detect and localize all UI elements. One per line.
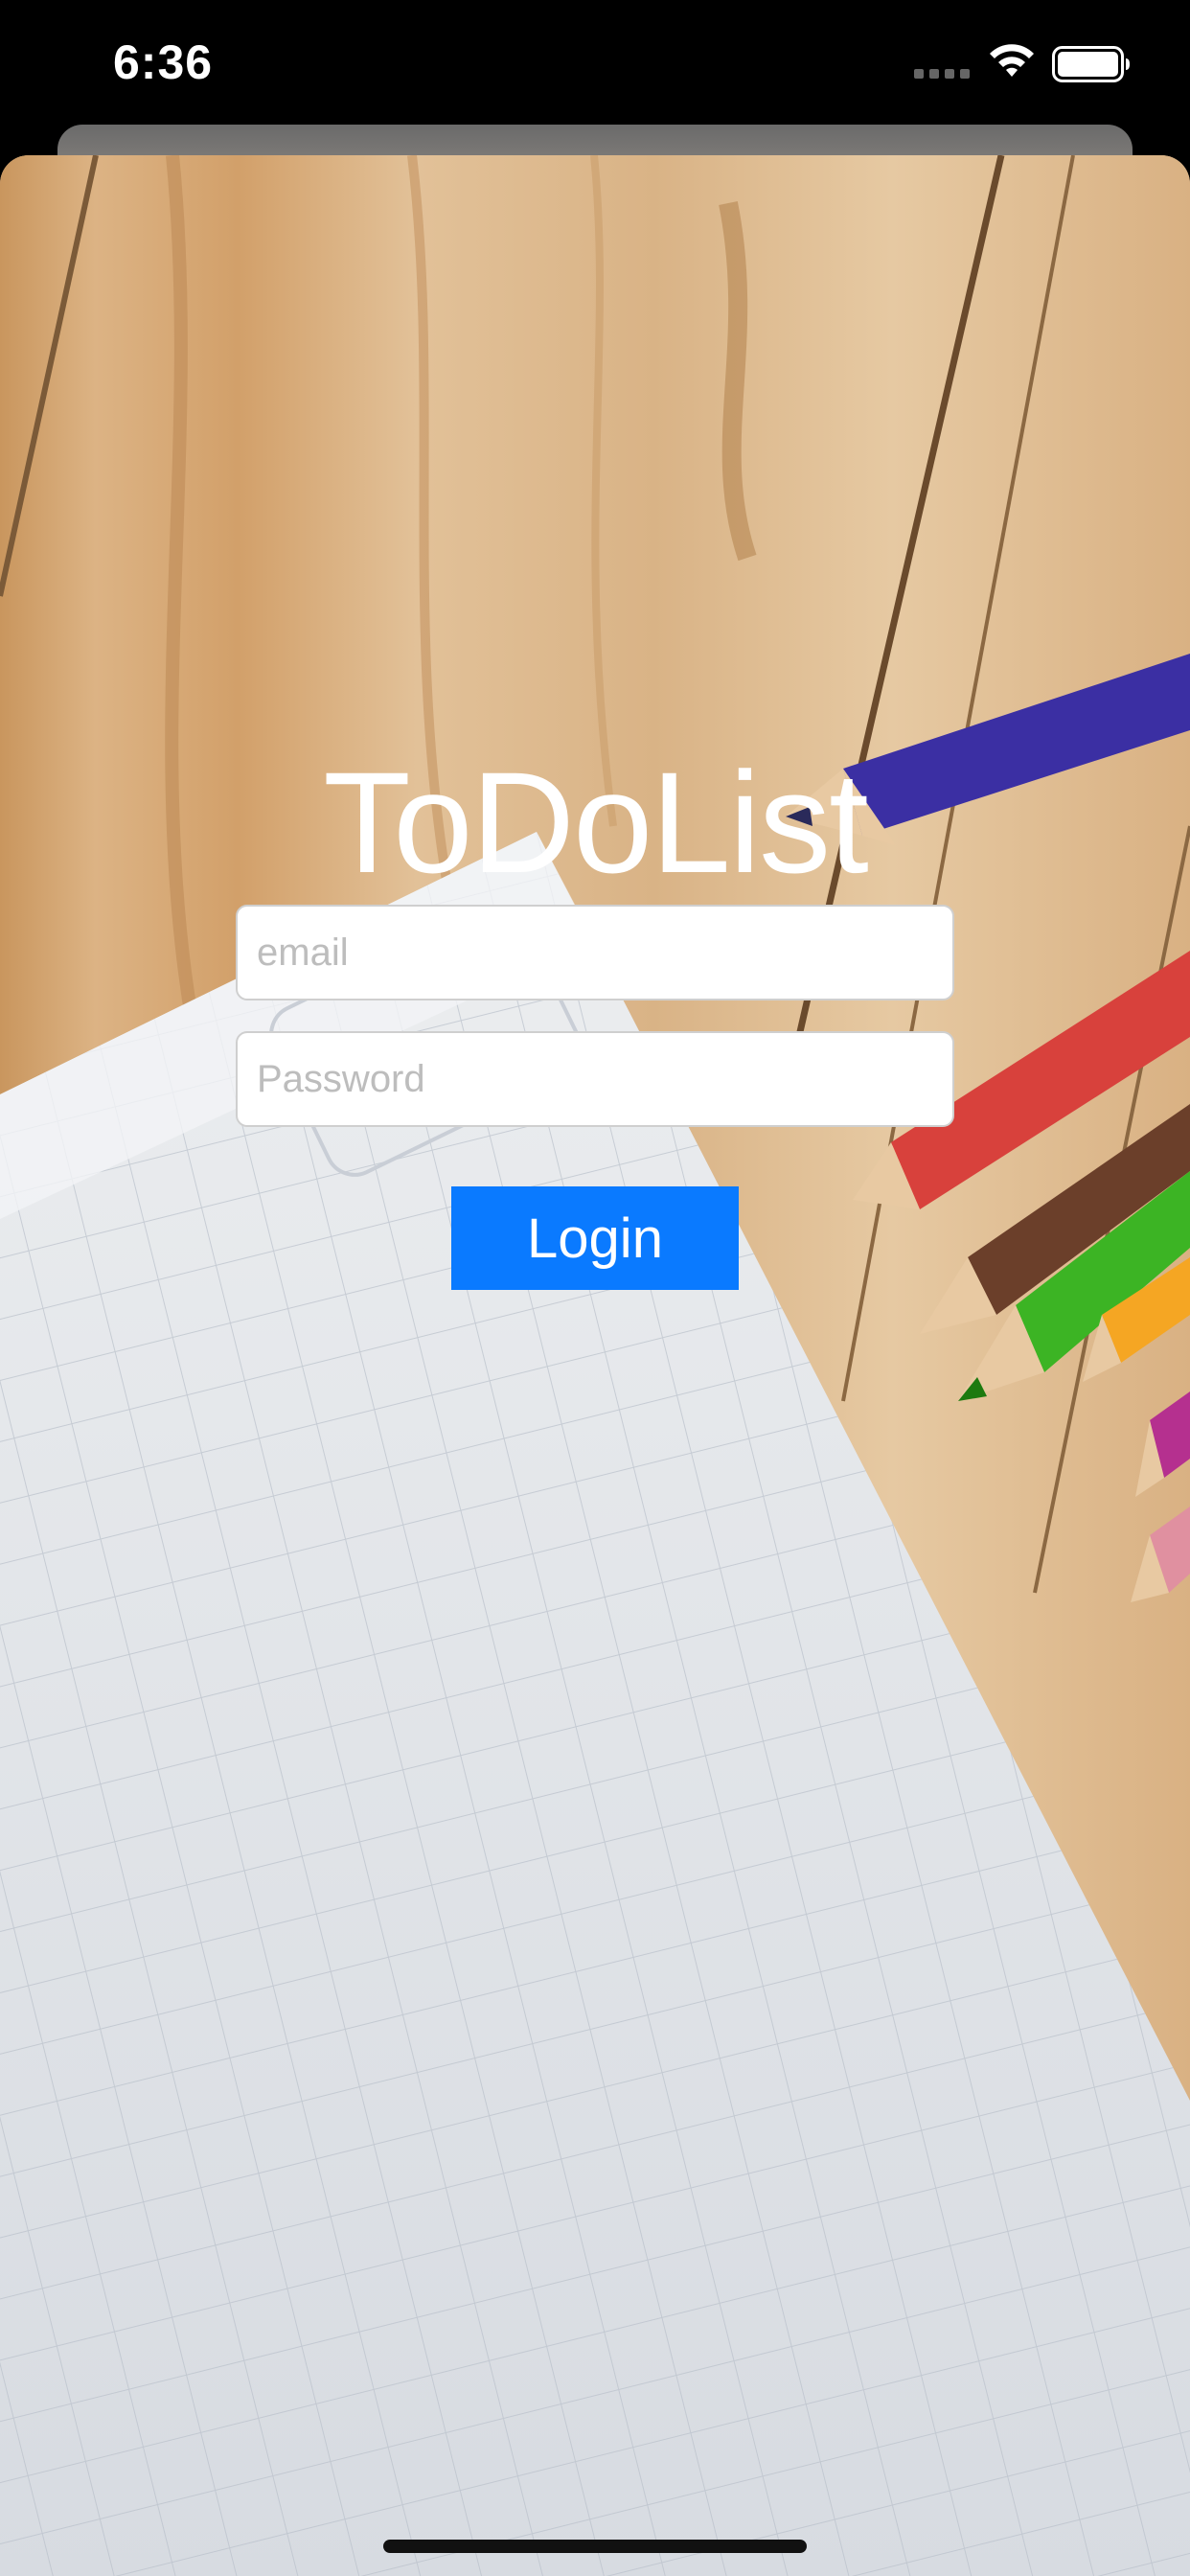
status-bar: 6:36: [0, 0, 1190, 125]
email-field[interactable]: [236, 905, 954, 1000]
background-image: [0, 155, 1190, 2576]
app-title: ToDoList: [323, 742, 869, 903]
status-time: 6:36: [113, 35, 214, 89]
battery-icon: [1052, 46, 1130, 82]
login-sheet: ToDoList: [0, 155, 1190, 2576]
signal-icon: [914, 69, 970, 80]
login-button[interactable]: Login: [451, 1186, 739, 1290]
password-field[interactable]: [236, 1031, 954, 1127]
screen: 6:36 ToDoList email Login: [0, 0, 1190, 2576]
wifi-icon: [990, 44, 1034, 77]
home-indicator[interactable]: [383, 2540, 807, 2553]
